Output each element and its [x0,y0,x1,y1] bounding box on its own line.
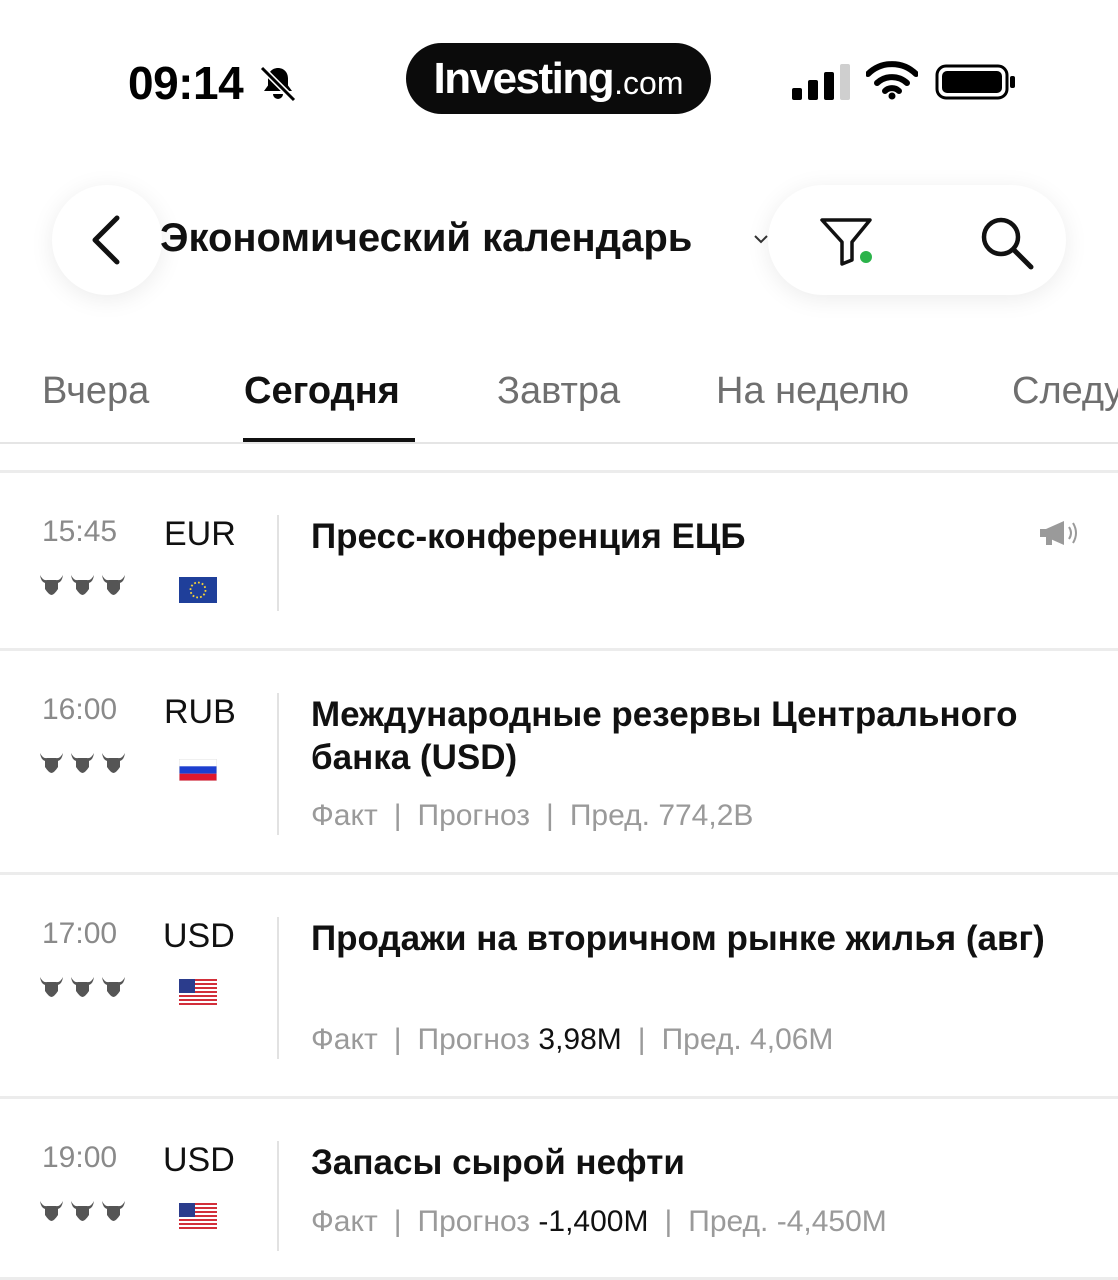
event-time: 17:00 [42,917,118,950]
event-time: 15:45 [42,515,118,548]
event-time: 19:00 [42,1141,118,1174]
event-row[interactable]: 17:00 USD Продажи на вторичном рынке жил… [0,875,1118,1096]
forecast-value: 3,98M [538,1023,622,1056]
importance-bulls-icon [40,977,125,997]
tab-tomorrow[interactable]: Завтра [497,370,620,413]
event-title: Пресс-конференция ЕЦБ [311,517,746,556]
prev-value: 774,2B [658,799,754,832]
forecast-label: Прогноз [417,1023,531,1056]
bell-slash-icon [259,65,297,103]
search-icon[interactable] [976,212,1036,272]
event-currency: RUB [164,693,236,731]
prev-value: 4,06M [750,1023,834,1056]
event-row[interactable]: 19:00 USD Запасы сырой нефти Факт | Прогно… [0,1099,1118,1277]
brand-suffix: .com [614,65,684,101]
event-currency: EUR [164,515,236,553]
event-time: 16:00 [42,693,118,726]
tab-week[interactable]: На неделю [716,370,909,413]
speech-megaphone-icon [1040,521,1077,545]
fact-label: Факт [311,1023,378,1056]
tab-today[interactable]: Сегодня [244,370,400,413]
row-separator [277,917,279,1059]
importance-bulls-icon [40,753,125,773]
battery-icon [935,64,1015,100]
forecast-label: Прогноз [417,1205,531,1238]
back-button[interactable] [52,185,162,295]
forecast-value: -1,400M [538,1205,649,1238]
us-flag-icon [179,1203,217,1229]
event-title: Запасы сырой нефти [311,1143,685,1182]
prev-value: -4,450M [776,1205,887,1238]
event-title: Международные резервы Центрального банка… [311,695,1018,777]
eu-flag-icon [179,577,217,603]
brand-name: Investing [433,53,615,103]
event-currency: USD [163,917,235,955]
tabs-divider [0,442,1118,444]
event-row[interactable]: 16:00 RUB Международные резервы Централь… [0,651,1118,872]
event-meta: Факт | Прогноз | Пред. 774,2B [311,799,754,832]
event-row[interactable]: 15:45 EUR Пресс-конференция ЕЦБ [0,473,1118,648]
prev-label: Пред. [688,1205,769,1238]
back-chevron-icon [92,215,120,265]
prev-label: Пред. [569,799,650,832]
event-meta: Факт | Прогноз -1,400M | Пред. -4,450M [311,1205,887,1238]
prev-label: Пред. [661,1023,742,1056]
filter-icon[interactable] [818,214,878,268]
fact-label: Факт [311,799,378,832]
brand-logo: Investing .com [406,43,711,114]
row-separator [277,693,279,835]
forecast-label: Прогноз [417,799,531,832]
fact-label: Факт [311,1205,378,1238]
event-title: Продажи на вторичном рынке жилья (авг) [311,919,1045,958]
importance-bulls-icon [40,575,125,595]
wifi-icon [866,61,918,100]
importance-bulls-icon [40,1201,125,1221]
page-title[interactable]: Экономический календарь [160,216,692,261]
event-currency: USD [163,1141,235,1179]
us-flag-icon [179,979,217,1005]
tab-next[interactable]: Следу [1012,370,1118,413]
ru-flag-icon [179,759,217,781]
row-separator [277,1141,279,1251]
event-meta: Факт | Прогноз 3,98M | Пред. 4,06M [311,1023,834,1056]
signal-icon [792,64,850,100]
status-time: 09:14 [128,57,244,109]
tab-yesterday[interactable]: Вчера [42,370,149,413]
row-separator [277,515,279,611]
